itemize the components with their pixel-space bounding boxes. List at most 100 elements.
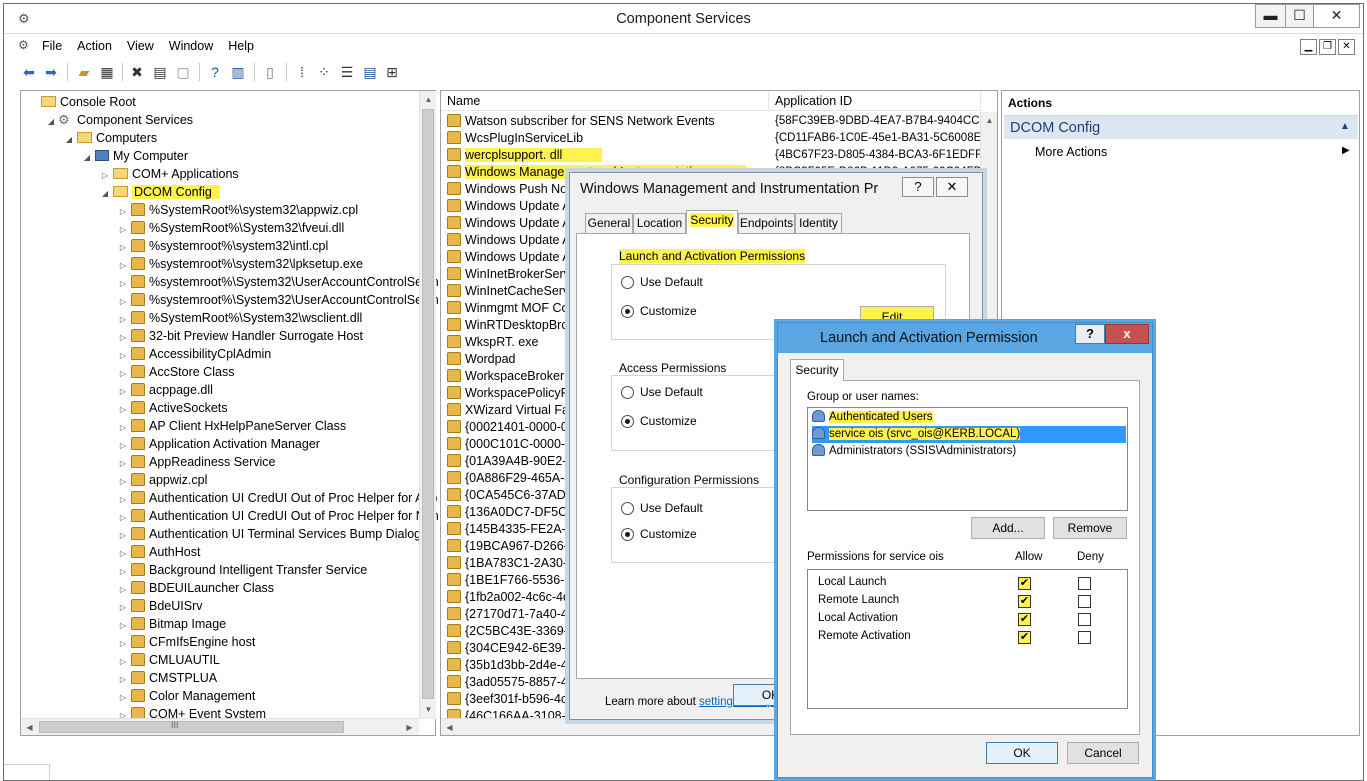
console-tree-pane[interactable]: Console Root ◢ ⚙ Component Services ◢ Compute… <box>20 90 439 736</box>
deny-checkbox[interactable] <box>1078 577 1091 590</box>
tree-item[interactable]: ▷ %SystemRoot%\System32\fveui.dll <box>117 219 344 237</box>
actions-group-label[interactable]: DCOM Config <box>1010 120 1100 136</box>
tree-item[interactable]: ▷ Authentication UI CredUI Out of Proc He… <box>117 507 439 525</box>
tree-item[interactable]: ▷ %SystemRoot%\System32\wsclient.dll <box>117 309 362 327</box>
list-item[interactable]: WinInetCacheServer <box>445 283 580 300</box>
close-button[interactable]: x <box>1105 324 1149 344</box>
tree-vertical-scrollbar[interactable]: ▲ ▼ <box>419 91 436 719</box>
list-item[interactable]: {1BE1F766-5536-11D <box>445 572 586 589</box>
large-icons-view-icon[interactable]: ⁞ <box>292 62 312 82</box>
tree-item[interactable]: ▷ %systemroot%\system32\intl.cpl <box>117 237 328 255</box>
tree-item[interactable]: ▷ %systemroot%\System32\UserAccountContro… <box>117 273 439 291</box>
configure-view-icon[interactable]: ⊞ <box>382 62 402 82</box>
help-button[interactable]: ? <box>902 177 934 197</box>
tree-item[interactable]: ▷ %systemroot%\System32\UserAccountContro… <box>117 291 439 309</box>
access-use-default-radio[interactable] <box>621 386 634 399</box>
list-item[interactable]: WorkspaceBroker Cla <box>445 368 586 385</box>
deny-checkbox[interactable] <box>1078 631 1091 644</box>
list-item[interactable]: Windows Update Age <box>445 232 585 249</box>
list-item[interactable]: Wordpad <box>445 351 516 368</box>
access-customize-radio[interactable] <box>621 415 634 428</box>
list-item[interactable]: Windows Push Notifi <box>445 181 580 198</box>
tree-item[interactable]: ▷ Background Intelligent Transfer Service <box>117 561 367 579</box>
list-item[interactable]: {136A0DC7-DF5C-42 <box>445 504 585 521</box>
user-row[interactable]: Administrators (SSIS\Administrators) <box>812 443 1016 460</box>
tab-location[interactable]: Location <box>633 213 686 233</box>
remove-button[interactable]: Remove <box>1053 517 1127 539</box>
cancel-button[interactable]: Cancel <box>1067 742 1139 764</box>
menu-view[interactable]: View <box>127 39 154 53</box>
refresh-icon[interactable]: ▢ <box>173 62 193 82</box>
user-list[interactable]: Authenticated Users service ois (srvc_oi… <box>807 407 1128 511</box>
list-item[interactable]: {3eef301f-b596-4c0b <box>445 691 581 708</box>
allow-checkbox[interactable]: ✔ <box>1018 595 1031 608</box>
column-header-application-id[interactable]: Application ID <box>769 91 981 111</box>
list-item[interactable]: WinRTDesktopBroker <box>445 317 586 334</box>
list-item[interactable]: {00021401-0000-0000 <box>445 419 589 436</box>
tree-item[interactable]: ▷ BdeUISrv <box>117 597 203 615</box>
list-item[interactable]: Watson subscriber for SENS Network Event… <box>445 113 715 130</box>
help-button[interactable]: ? <box>1075 324 1105 344</box>
list-item[interactable]: WcsPlugInServiceLib <box>445 130 583 147</box>
properties-icon[interactable]: ▤ <box>150 62 170 82</box>
tree-item[interactable]: ▷ Authentication UI Terminal Services Bum… <box>117 525 421 543</box>
list-item[interactable]: {19BCA967-D266-436 <box>445 538 589 555</box>
config-use-default-radio[interactable] <box>621 502 634 515</box>
tree-item[interactable]: Console Root <box>27 93 136 111</box>
list-item[interactable]: Windows Update Age <box>445 249 585 266</box>
delete-icon[interactable]: ✖ <box>127 62 147 82</box>
tab-endpoints[interactable]: Endpoints <box>738 213 795 233</box>
new-window-icon[interactable]: ▯ <box>260 62 280 82</box>
title-bar[interactable]: ⚙ Component Services ▬ ☐ ✕ <box>4 4 1363 34</box>
close-button[interactable]: ✕ <box>936 177 968 197</box>
mdi-close-button[interactable]: ✕ <box>1338 39 1355 55</box>
tree-item[interactable]: ▷ appwiz.cpl <box>117 471 207 489</box>
tab-security[interactable]: Security <box>686 210 738 234</box>
config-customize-radio[interactable] <box>621 528 634 541</box>
tree-item[interactable]: ▷ %systemroot%\system32\lpksetup.exe <box>117 255 363 273</box>
expander-icon[interactable]: ◢ <box>45 113 57 131</box>
menu-action[interactable]: Action <box>77 39 112 53</box>
tree-vscroll-thumb[interactable] <box>422 109 434 699</box>
tree-item[interactable]: ◢ My Computer <box>81 147 188 165</box>
scroll-down-icon[interactable]: ▼ <box>420 701 437 718</box>
list-item[interactable]: WkspRT. exe <box>445 334 538 351</box>
list-item[interactable]: {0CA545C6-37AD-4A <box>445 487 585 504</box>
list-item[interactable]: WinInetBrokerServer <box>445 266 581 283</box>
tree-hscroll-thumb[interactable] <box>39 721 344 733</box>
tree-item[interactable]: ▷ AP Client HxHelpPaneServer Class <box>117 417 346 435</box>
scroll-right-icon[interactable]: ▶ <box>401 719 418 736</box>
allow-checkbox[interactable]: ✔ <box>1018 577 1031 590</box>
tree-item[interactable]: ▷ AppReadiness Service <box>117 453 275 471</box>
tree-item[interactable]: ◢ Computers <box>63 129 157 147</box>
small-icons-view-icon[interactable]: ⁘ <box>314 62 334 82</box>
scroll-up-icon[interactable]: ▲ <box>981 112 998 129</box>
list-item[interactable]: {1fb2a002-4c6c-4de7 <box>445 589 584 606</box>
add-button[interactable]: Add... <box>971 517 1045 539</box>
maximize-button[interactable]: ☐ <box>1285 4 1313 28</box>
tree-item[interactable]: ▷ Application Activation Manager <box>117 435 320 453</box>
list-item[interactable]: {27170d71-7a40-4c8b <box>445 606 588 623</box>
user-row[interactable]: Authenticated Users <box>812 409 933 426</box>
collapse-icon[interactable]: ▲ <box>1340 121 1350 132</box>
expander-icon[interactable]: ◢ <box>99 185 111 203</box>
list-item[interactable]: {3ad05575-8857-4850 <box>445 674 589 691</box>
tab-identity[interactable]: Identity <box>795 213 842 233</box>
tab-general[interactable]: General <box>585 213 633 233</box>
tree-item[interactable]: ▷ CFmIfsEngine host <box>117 633 255 651</box>
allow-checkbox[interactable]: ✔ <box>1018 613 1031 626</box>
mdi-minimize-button[interactable]: ▁ <box>1300 39 1317 55</box>
tree-item[interactable]: ▷ acppage.dll <box>117 381 213 399</box>
tree-item[interactable]: ▷ Bitmap Image <box>117 615 226 633</box>
allow-checkbox[interactable]: ✔ <box>1018 631 1031 644</box>
deny-checkbox[interactable] <box>1078 595 1091 608</box>
expander-icon[interactable]: ◢ <box>63 131 75 149</box>
deny-checkbox[interactable] <box>1078 613 1091 626</box>
user-row-selected[interactable]: service ois (srvc_ois@KERB.LOCAL) <box>812 426 1021 443</box>
list-item[interactable]: {1BA783C1-2A30-4ac <box>445 555 587 572</box>
tree-item[interactable]: ◢ ⚙ Component Services <box>45 111 193 129</box>
tree-item[interactable]: ▷ 32-bit Preview Handler Surrogate Host <box>117 327 363 345</box>
tree-horizontal-scrollbar[interactable]: ◀ III ▶ <box>21 718 419 735</box>
tree-item[interactable]: ▷ Color Management <box>117 687 255 705</box>
list-item[interactable]: WorkspacePolicyProc <box>445 385 586 402</box>
